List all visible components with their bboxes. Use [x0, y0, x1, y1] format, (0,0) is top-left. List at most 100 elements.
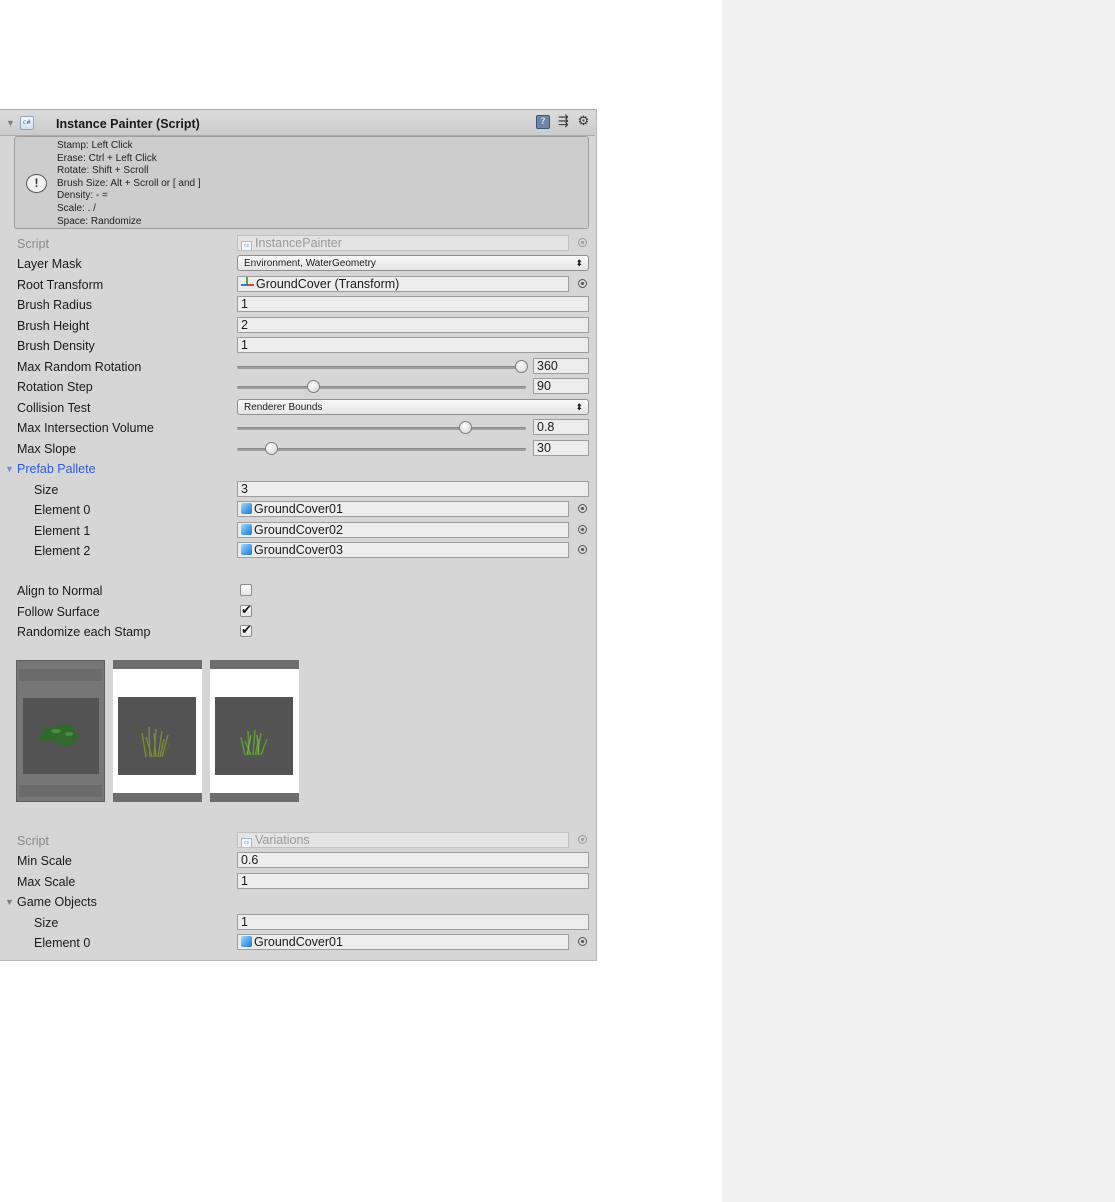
slider-track[interactable] — [237, 448, 526, 451]
align-to-normal-row: Align to Normal — [0, 581, 595, 601]
game-objects-label[interactable]: Game Objects — [17, 895, 97, 909]
size-field[interactable]: 3 — [237, 481, 589, 497]
randomize-row: Randomize each Stamp ✔ — [0, 622, 595, 642]
object-picker-icon[interactable] — [578, 279, 587, 288]
max-intersection-field[interactable]: 0.8 — [533, 419, 589, 435]
help-line: Stamp: Left Click — [57, 140, 133, 151]
script-label: Script — [17, 237, 49, 251]
dropdown-arrow-icon: ⬍ — [575, 402, 583, 412]
element-label: Element 2 — [34, 544, 91, 558]
follow-surface-row: Follow Surface ✔ — [0, 602, 595, 622]
script-field: cs Variations — [237, 832, 569, 848]
min-scale-field[interactable]: 0.6 — [237, 852, 589, 868]
max-slope-field[interactable]: 30 — [533, 440, 589, 456]
prefab-preview-tile[interactable] — [16, 660, 105, 802]
inspector-panel: ▼ c# Instance Painter (Script) ? ⇶ ⚙ ! S… — [0, 109, 597, 961]
element-label: Element 0 — [34, 936, 91, 950]
max-random-rotation-field[interactable]: 360 — [533, 358, 589, 374]
fold-down-icon[interactable]: ▼ — [6, 118, 15, 128]
max-random-rotation-label: Max Random Rotation — [17, 360, 142, 374]
collision-test-dropdown[interactable]: Renderer Bounds ⬍ — [237, 399, 589, 415]
prefab-pallete-label[interactable]: Prefab Pallete — [17, 462, 96, 476]
prefab-preview-image — [215, 697, 293, 775]
help-box: ! Stamp: Left Click Erase: Ctrl + Left C… — [14, 136, 589, 229]
script-file-icon: cs — [241, 241, 252, 250]
randomize-checkbox[interactable]: ✔ — [240, 624, 252, 637]
script-row: Script cs InstancePainter — [0, 234, 595, 254]
slider-track[interactable] — [237, 427, 526, 430]
brush-radius-field[interactable]: 1 — [237, 296, 589, 312]
slider-thumb[interactable] — [459, 421, 473, 434]
preset-sliders-icon[interactable]: ⇶ — [556, 114, 571, 129]
pallete-size-row: Size 3 — [0, 480, 595, 500]
element-field[interactable]: GroundCover01 — [237, 501, 569, 517]
max-scale-field[interactable]: 1 — [237, 873, 589, 889]
plant-preview-icon — [141, 726, 171, 758]
follow-surface-checkbox[interactable]: ✔ — [240, 604, 252, 617]
script-value: Variations — [255, 833, 310, 847]
object-picker-icon[interactable] — [578, 937, 587, 946]
slider-track[interactable] — [237, 386, 526, 389]
rotation-step-label: Rotation Step — [17, 380, 93, 394]
script-file-icon: cs — [241, 838, 252, 847]
prefab-cube-icon — [241, 524, 252, 535]
brush-height-label: Brush Height — [17, 319, 90, 333]
element-label: Element 1 — [34, 524, 91, 538]
fold-down-icon[interactable]: ▼ — [5, 464, 14, 474]
variations-script-row: Script cs Variations — [0, 831, 595, 851]
help-line: Space: Randomize — [57, 215, 142, 227]
element-field[interactable]: GroundCover02 — [237, 522, 569, 538]
max-random-rotation-row: Max Random Rotation 360 — [0, 357, 595, 377]
align-to-normal-checkbox[interactable] — [240, 584, 252, 596]
component-header[interactable]: ▼ c# Instance Painter (Script) ? ⇶ ⚙ — [0, 110, 595, 136]
layer-mask-dropdown[interactable]: Environment, WaterGeometry ⬍ — [237, 255, 589, 271]
object-picker-icon[interactable] — [578, 545, 587, 554]
slider-thumb[interactable] — [515, 360, 528, 373]
element-field[interactable]: GroundCover01 — [237, 934, 569, 950]
prefab-preview-tile[interactable] — [113, 660, 202, 802]
max-intersection-label: Max Intersection Volume — [17, 421, 154, 435]
cs-script-icon: c# — [20, 116, 34, 130]
help-line: Erase: Ctrl + Left Click — [57, 152, 157, 164]
element-row: Element 2 GroundCover03 — [0, 541, 595, 561]
slider-track[interactable] — [237, 366, 526, 369]
max-intersection-row: Max Intersection Volume 0.8 — [0, 418, 595, 438]
align-to-normal-label: Align to Normal — [17, 584, 103, 598]
min-scale-row: Min Scale 0.6 — [0, 851, 595, 871]
slider-thumb[interactable] — [306, 380, 320, 393]
help-line: Brush Size: Alt + Scroll or [ and ] — [57, 177, 201, 189]
element-label: Element 0 — [34, 503, 91, 517]
element-field[interactable]: GroundCover03 — [237, 542, 569, 558]
root-transform-row: Root Transform GroundCover (Transform) — [0, 275, 595, 295]
game-objects-foldout[interactable]: ▼ Game Objects — [0, 892, 595, 912]
rotation-step-field[interactable]: 90 — [533, 378, 589, 394]
slider-thumb[interactable] — [264, 442, 278, 455]
dropdown-arrow-icon: ⬍ — [575, 258, 583, 268]
min-scale-label: Min Scale — [17, 854, 72, 868]
element-value: GroundCover03 — [254, 543, 343, 557]
brush-height-field[interactable]: 2 — [237, 317, 589, 333]
info-exclamation-icon: ! — [26, 174, 47, 193]
object-picker-icon[interactable] — [578, 525, 587, 534]
element-value: GroundCover02 — [254, 523, 343, 537]
root-transform-field[interactable]: GroundCover (Transform) — [237, 276, 569, 292]
size-field[interactable]: 1 — [237, 914, 589, 930]
brush-density-field[interactable]: 1 — [237, 337, 589, 353]
prefab-pallete-foldout[interactable]: ▼ Prefab Pallete — [0, 459, 595, 479]
help-line: Rotate: Shift + Scroll — [57, 165, 149, 177]
prefab-cube-icon — [241, 544, 252, 555]
layer-mask-label: Layer Mask — [17, 257, 82, 271]
prefab-preview-image — [23, 698, 99, 774]
plant-preview-icon — [240, 729, 268, 756]
collision-test-row: Collision Test Renderer Bounds ⬍ — [0, 398, 595, 418]
gear-menu-icon[interactable]: ⚙ — [576, 114, 591, 129]
element-value: GroundCover01 — [254, 502, 343, 516]
root-transform-value: GroundCover (Transform) — [256, 277, 400, 291]
prefab-preview-tile[interactable] — [210, 660, 299, 802]
max-scale-row: Max Scale 1 — [0, 872, 595, 892]
brush-density-label: Brush Density — [17, 339, 95, 353]
object-picker-icon[interactable] — [578, 504, 587, 513]
fold-down-icon[interactable]: ▼ — [5, 897, 14, 907]
help-book-icon[interactable]: ? — [536, 115, 550, 129]
rotation-step-row: Rotation Step 90 — [0, 377, 595, 397]
